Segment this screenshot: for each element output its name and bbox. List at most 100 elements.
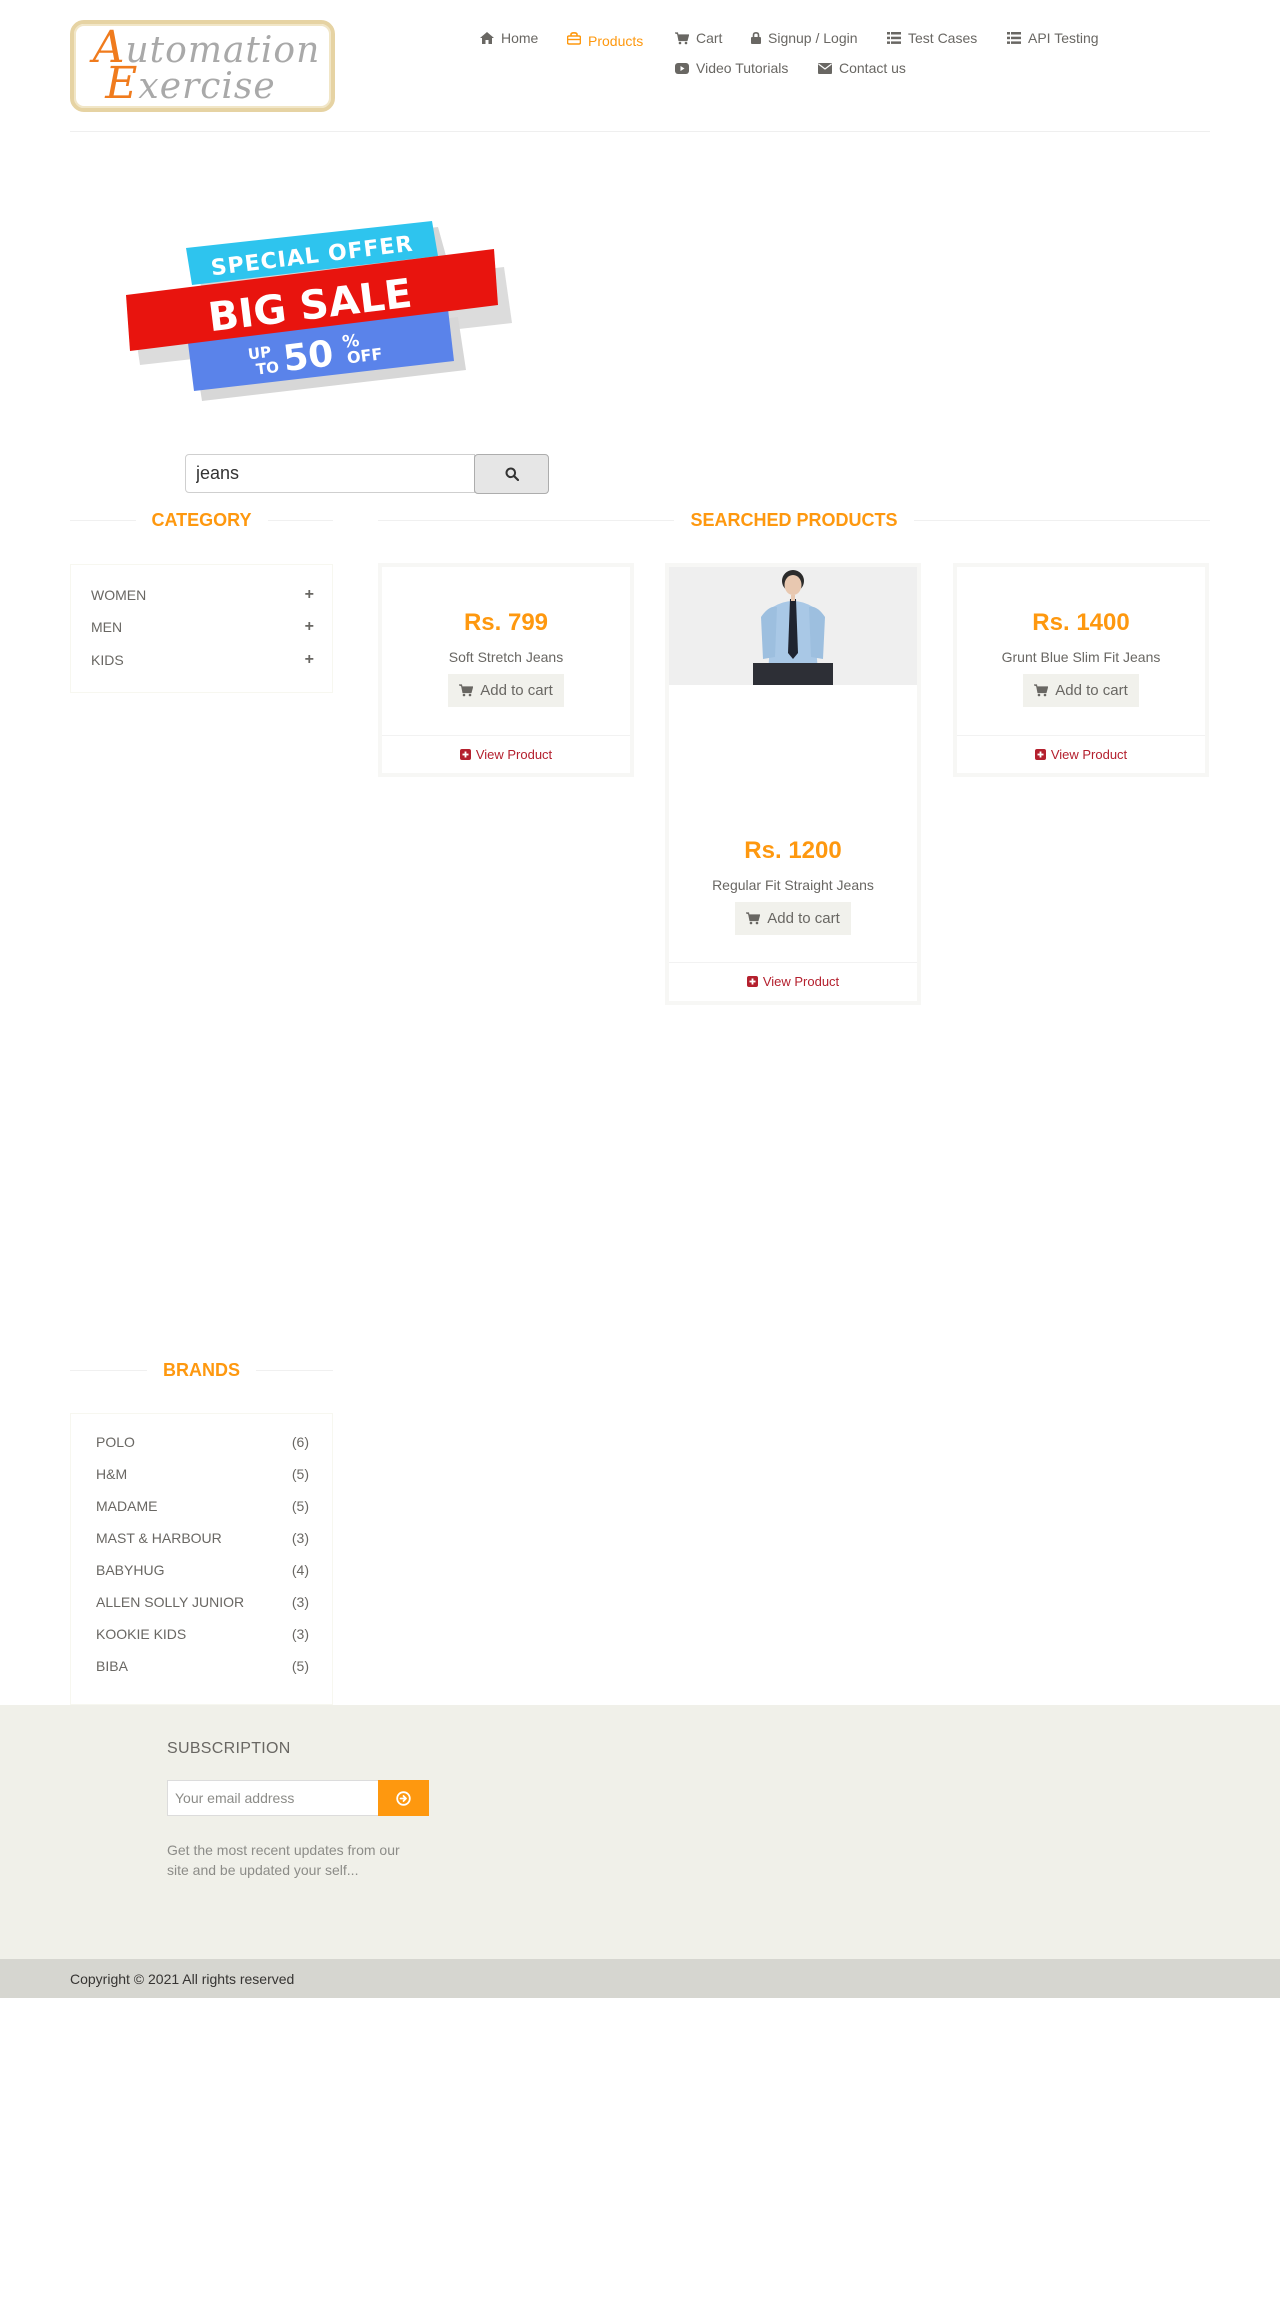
- card-divider: [669, 962, 917, 963]
- brand-count: (3): [291, 1594, 309, 1610]
- view-product-label: View Product: [1050, 747, 1128, 762]
- brand-count: (4): [291, 1562, 309, 1578]
- product-card: Rs. 799 Soft Stretch Jeans Add to cart V…: [378, 563, 634, 777]
- brands-panel: POLO (6) H&M (5) MADAME (5) MAST & HARBO…: [70, 1413, 333, 1705]
- product-price: Rs. 1400: [1032, 609, 1130, 636]
- plus-icon[interactable]: +: [305, 651, 314, 669]
- add-to-cart-label: Add to cart: [1055, 682, 1128, 699]
- cart-icon: [1034, 684, 1049, 697]
- home-icon: [480, 32, 494, 44]
- brand-name: KOOKIE KIDS: [96, 1626, 187, 1642]
- nav-label: Signup / Login: [768, 30, 858, 46]
- brands-title: BRANDS: [70, 1360, 334, 1381]
- product-image: [669, 567, 917, 685]
- category-label: WOMEN: [91, 587, 147, 603]
- arrow-circle-right-icon: [396, 1790, 411, 1806]
- brand-count: (5): [291, 1466, 309, 1482]
- card-divider: [382, 735, 630, 736]
- plus-icon[interactable]: +: [305, 618, 314, 636]
- sale-banner: SPECIAL OFFER BIG SALE UP TO 50 % OFF: [126, 221, 512, 401]
- brand-item[interactable]: MAST & HARBOUR (3): [96, 1530, 309, 1550]
- brand-item[interactable]: MADAME (5): [96, 1498, 309, 1518]
- brand-name: H&M: [96, 1466, 128, 1482]
- brand-item[interactable]: BABYHUG (4): [96, 1562, 309, 1582]
- card-divider: [957, 735, 1205, 736]
- search-input[interactable]: [185, 454, 475, 493]
- product-name: Grunt Blue Slim Fit Jeans: [1001, 649, 1161, 665]
- nav-home[interactable]: Home: [480, 30, 538, 46]
- add-to-cart-button[interactable]: Add to cart: [1023, 674, 1139, 707]
- title-rule: [378, 520, 675, 521]
- brand-item[interactable]: BIBA (5): [96, 1658, 309, 1678]
- product-name: Regular Fit Straight Jeans: [712, 877, 874, 893]
- brand-item[interactable]: ALLEN SOLLY JUNIOR (3): [96, 1594, 309, 1614]
- category-item-men[interactable]: MEN +: [91, 617, 314, 637]
- brand-name: MADAME: [96, 1498, 158, 1514]
- brand-item[interactable]: KOOKIE KIDS (3): [96, 1626, 309, 1646]
- category-label: MEN: [91, 619, 123, 635]
- add-to-cart-label: Add to cart: [480, 682, 553, 699]
- nav-test-cases[interactable]: Test Cases: [887, 30, 977, 46]
- view-product-link[interactable]: View Product: [957, 747, 1205, 762]
- svg-text:TO: TO: [255, 358, 280, 379]
- subscription-email-input[interactable]: [167, 1780, 379, 1816]
- subscription-title: SUBSCRIPTION: [167, 1740, 291, 1757]
- nav-label: Test Cases: [908, 30, 978, 46]
- brand-item[interactable]: POLO (6): [96, 1434, 309, 1454]
- svg-text:50: 50: [281, 333, 336, 380]
- searched-products-title: SEARCHED PRODUCTS: [378, 510, 1210, 531]
- brand-name: BABYHUG: [96, 1562, 165, 1578]
- brand-name: ALLEN SOLLY JUNIOR: [96, 1594, 245, 1610]
- title-rule: [70, 1370, 147, 1371]
- logo-line-2: Exercise: [62, 62, 319, 107]
- nav-products[interactable]: Products: [567, 30, 644, 49]
- shopping-bag-icon: [567, 31, 581, 45]
- nav-label: Contact us: [839, 60, 906, 76]
- add-to-cart-label: Add to cart: [767, 910, 840, 927]
- view-product-label: View Product: [762, 974, 840, 989]
- brand-item[interactable]: H&M (5): [96, 1466, 309, 1486]
- logo-cap-e: E: [105, 58, 139, 109]
- view-product-link[interactable]: View Product: [382, 747, 630, 762]
- nav-video-tutorials[interactable]: Video Tutorials: [675, 60, 788, 76]
- brand-name: POLO: [96, 1434, 135, 1450]
- nav-api-testing[interactable]: API Testing: [1007, 30, 1099, 46]
- site-logo[interactable]: Automation Exercise: [70, 20, 335, 112]
- list-icon: [1007, 32, 1021, 44]
- product-name: Soft Stretch Jeans: [448, 649, 564, 665]
- brand-name: BIBA: [96, 1658, 128, 1674]
- list-icon: [887, 32, 901, 44]
- nav-label: API Testing: [1028, 30, 1099, 46]
- title-rule: [256, 1370, 334, 1371]
- subscription-description: Get the most recent updates from our sit…: [167, 1842, 400, 1878]
- category-item-kids[interactable]: KIDS +: [91, 650, 314, 670]
- product-photo: [669, 567, 917, 685]
- nav-label: Products: [588, 33, 644, 49]
- add-to-cart-button[interactable]: Add to cart: [735, 902, 851, 935]
- subscribe-button[interactable]: [378, 1780, 429, 1816]
- brand-count: (3): [291, 1626, 309, 1642]
- header-divider: [70, 131, 1210, 132]
- youtube-play-icon: [675, 62, 689, 74]
- brand-count: (6): [291, 1434, 309, 1450]
- envelope-icon: [818, 62, 832, 74]
- product-card: Rs. 1400 Grunt Blue Slim Fit Jeans Add t…: [953, 563, 1209, 777]
- cart-icon: [675, 31, 689, 44]
- view-product-link[interactable]: View Product: [669, 974, 917, 989]
- plus-icon[interactable]: +: [305, 586, 314, 604]
- plus-square-icon: [1034, 749, 1046, 760]
- view-product-label: View Product: [475, 747, 553, 762]
- brand-name: MAST & HARBOUR: [96, 1530, 222, 1546]
- add-to-cart-button[interactable]: Add to cart: [448, 674, 564, 707]
- cart-icon: [459, 684, 474, 697]
- nav-cart[interactable]: Cart: [675, 30, 722, 46]
- nav-signup-login[interactable]: Signup / Login: [751, 30, 858, 46]
- category-label: KIDS: [91, 652, 124, 668]
- nav-contact-us[interactable]: Contact us: [818, 60, 906, 76]
- brand-count: (3): [291, 1530, 309, 1546]
- logo-rest-2: xercise: [138, 66, 276, 107]
- lock-icon: [751, 32, 761, 44]
- brand-count: (5): [291, 1498, 309, 1514]
- search-button[interactable]: [474, 454, 549, 494]
- category-item-women[interactable]: WOMEN +: [91, 585, 314, 605]
